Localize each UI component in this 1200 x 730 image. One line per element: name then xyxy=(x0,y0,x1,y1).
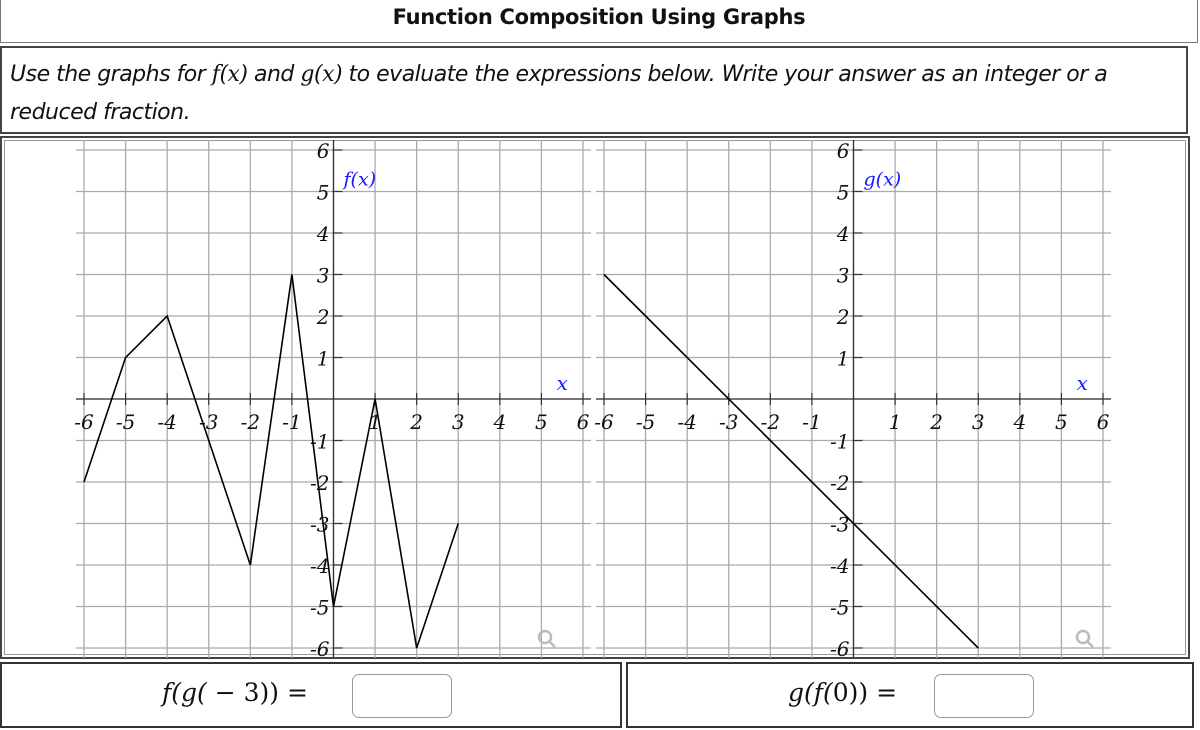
g-of-x-math: g(x) xyxy=(300,62,343,87)
question-2-expression: g(f(0)) = xyxy=(788,678,897,707)
instructions-text: Use the graphs for f(x) and g(x) to eval… xyxy=(10,56,1176,132)
graphs-inner xyxy=(4,140,1186,655)
question-2-answer-input[interactable] xyxy=(934,674,1034,718)
question-1-answer-input[interactable] xyxy=(352,674,452,718)
q1-suffix: )) = xyxy=(259,678,308,707)
graphs-panel xyxy=(0,136,1190,659)
q2-arg: 0 xyxy=(832,678,849,707)
instructions-panel: Use the graphs for f(x) and g(x) to eval… xyxy=(0,46,1188,134)
q1-prefix: f(g( xyxy=(162,678,207,707)
title-bar: Function Composition Using Graphs xyxy=(0,0,1198,43)
f-of-x-math: f(x) xyxy=(211,62,248,87)
instructions-part2: and xyxy=(247,62,301,87)
q2-prefix: g(f( xyxy=(788,678,833,707)
instructions-part1: Use the graphs for xyxy=(10,62,212,87)
question-2-panel: g(f(0)) = xyxy=(626,662,1194,728)
q2-suffix: )) = xyxy=(848,678,898,707)
question-1-panel: f(g( − 3)) = xyxy=(0,662,622,728)
q1-arg: − 3 xyxy=(206,678,260,707)
question-1-expression: f(g( − 3)) = xyxy=(162,678,308,707)
page-title: Function Composition Using Graphs xyxy=(392,5,806,29)
